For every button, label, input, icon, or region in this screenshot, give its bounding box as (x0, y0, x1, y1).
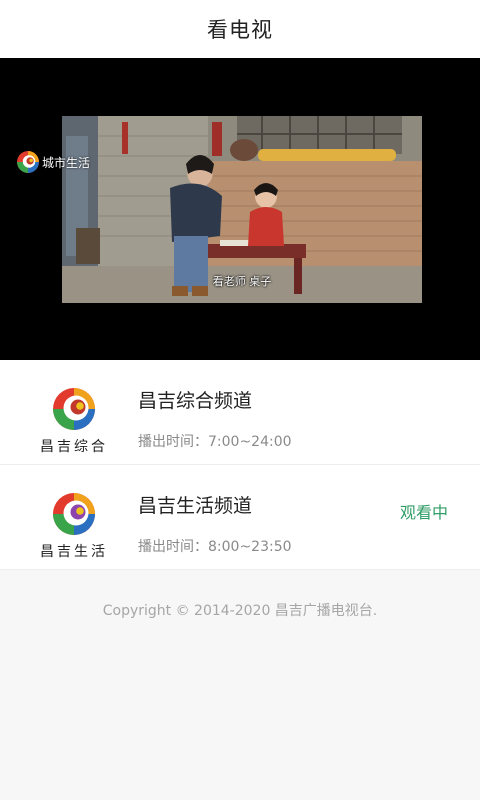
channel-logo-icon (51, 386, 97, 432)
video-frame[interactable]: 看老师 桌子 (62, 116, 422, 303)
channel-logo: 昌吉生活 (0, 465, 138, 569)
channel-schedule: 播出时间：7:00~24:00 (138, 434, 292, 450)
watching-status: 观看中 (399, 503, 448, 522)
channel-schedule: 播出时间：8:00~23:50 (138, 539, 292, 555)
channel-logo-icon (16, 150, 40, 174)
channel-logo-icon (51, 491, 97, 537)
logo-caption: 昌吉综合 (40, 439, 108, 455)
channel-item-zonghe[interactable]: 昌吉综合 昌吉综合频道 播出时间：7:00~24:00 (0, 360, 480, 465)
top-bar: 看电视 (0, 0, 480, 58)
video-subtitle: 看老师 桌子 (212, 275, 272, 288)
watermark-text: 城市生活 (42, 155, 91, 170)
channel-name: 昌吉生活频道 (138, 495, 253, 517)
channel-list: 昌吉综合 昌吉综合频道 播出时间：7:00~24:00 昌吉生活 昌吉生活频道 … (0, 360, 480, 570)
copyright-footer: Copyright © 2014-2020 昌吉广播电视台. (102, 603, 378, 619)
channel-info: 昌吉生活频道 播出时间：8:00~23:50 观看中 (138, 465, 480, 569)
channel-logo: 昌吉综合 (0, 360, 138, 464)
page-title: 看电视 (207, 18, 273, 42)
logo-caption: 昌吉生活 (40, 544, 108, 560)
channel-name: 昌吉综合频道 (138, 390, 253, 412)
channel-info: 昌吉综合频道 播出时间：7:00~24:00 (138, 360, 480, 464)
channel-item-shenghuo[interactable]: 昌吉生活 昌吉生活频道 播出时间：8:00~23:50 观看中 (0, 465, 480, 570)
channel-watermark: 城市生活 (16, 150, 90, 174)
video-player[interactable]: 城市生活 看老师 桌子 (0, 58, 480, 360)
